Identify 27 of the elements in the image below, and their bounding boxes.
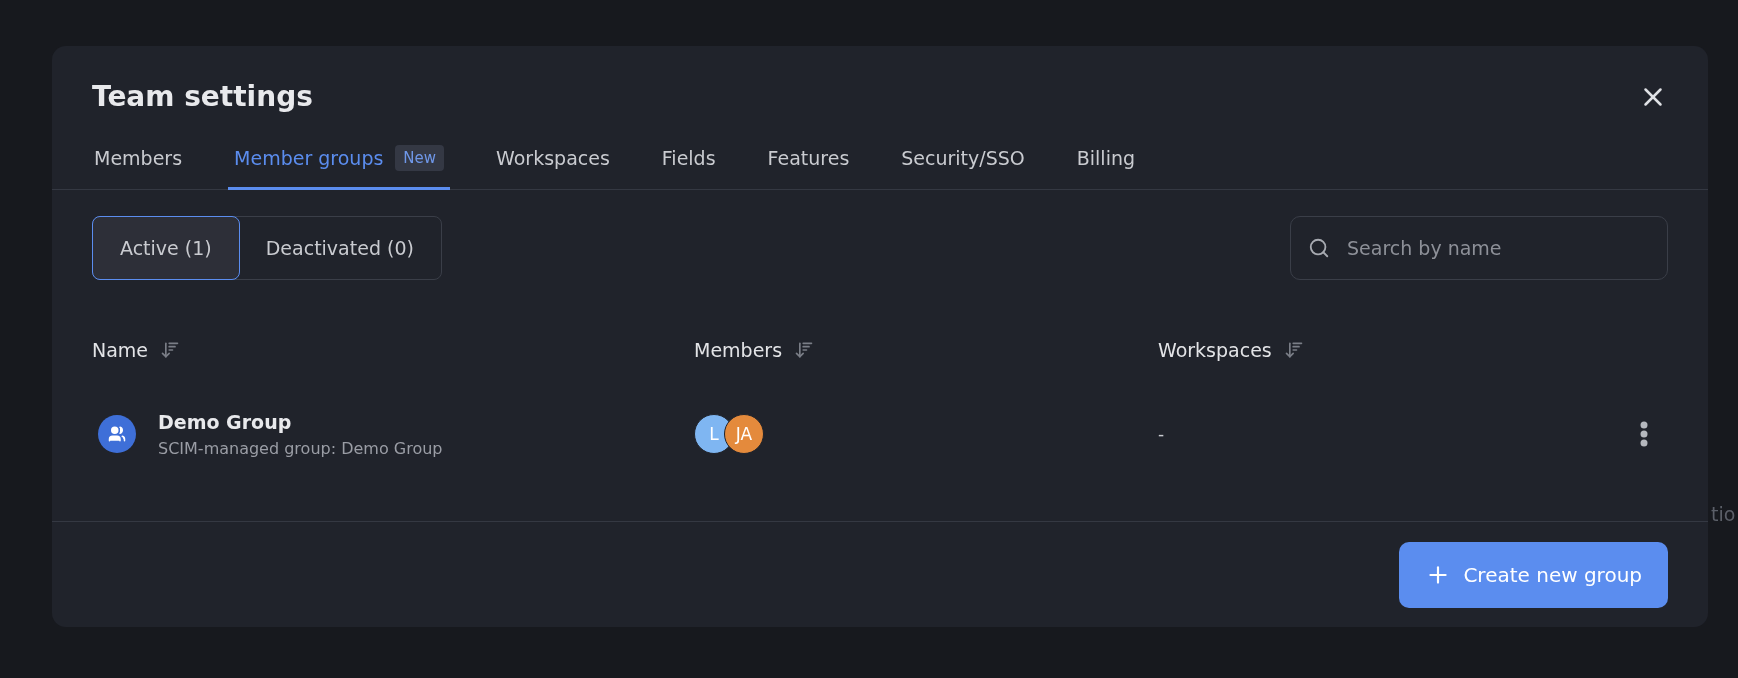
tab[interactable]: Workspaces	[490, 137, 616, 190]
tab[interactable]: Billing	[1070, 137, 1142, 190]
search-icon	[1308, 237, 1330, 259]
column-header: Members	[694, 339, 783, 361]
new-badge: New	[395, 145, 445, 171]
sort-icon[interactable]	[1283, 340, 1304, 360]
member-avatar: JA	[724, 414, 764, 454]
more-icon	[1640, 421, 1648, 447]
filter-toggle[interactable]: Deactivated (0)	[237, 216, 442, 280]
filter-toggle[interactable]: Active (1)	[92, 216, 240, 280]
sort-icon[interactable]	[794, 340, 815, 360]
group-description: SCIM-managed group: Demo Group	[158, 438, 443, 458]
more-button[interactable]	[1640, 421, 1648, 447]
tab[interactable]: Security/SSO	[895, 137, 1031, 190]
group-icon	[98, 415, 136, 453]
column-header: Workspaces	[1158, 339, 1272, 361]
background-text: tio	[1711, 503, 1736, 525]
tab[interactable]: Features	[761, 137, 856, 190]
tab[interactable]: Member groups New	[228, 137, 451, 190]
tab[interactable]: Fields	[655, 137, 722, 190]
sort-icon[interactable]	[160, 340, 181, 360]
search-field[interactable]: Search by name	[1290, 216, 1668, 280]
workspaces-value: -	[1158, 424, 1165, 444]
dialog-title: Team settings	[92, 80, 313, 113]
column-header: Name	[92, 339, 149, 361]
group-name: Demo Group	[158, 410, 293, 433]
tab[interactable]: Members	[88, 137, 189, 190]
